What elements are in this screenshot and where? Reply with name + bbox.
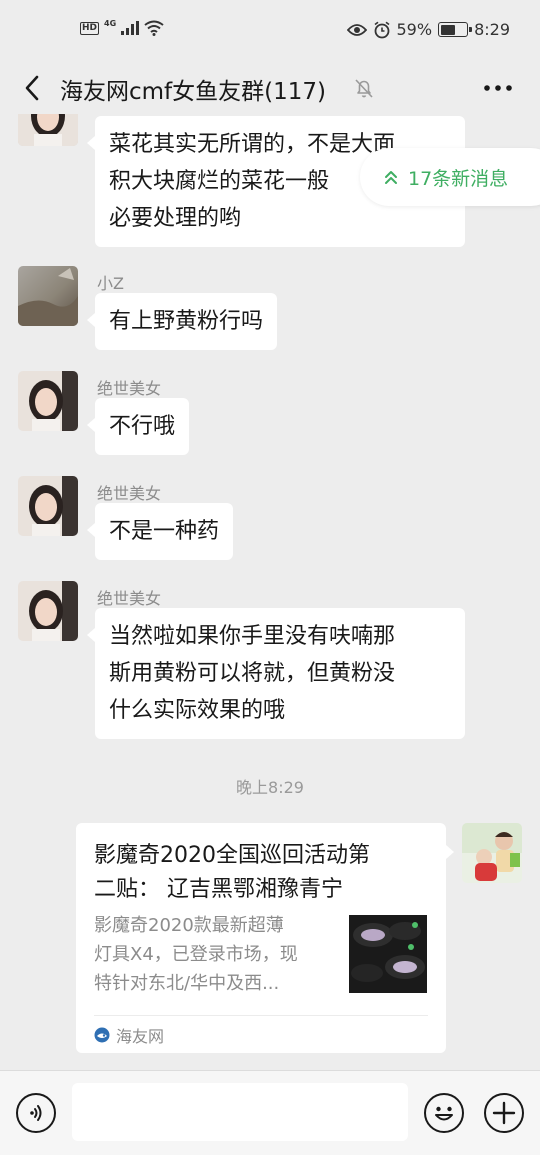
- new-messages-button[interactable]: 17条新消息: [360, 148, 540, 206]
- avatar-girl-image: [18, 581, 78, 641]
- voice-button[interactable]: [16, 1093, 56, 1133]
- message-input[interactable]: [72, 1083, 408, 1141]
- avatar[interactable]: [18, 266, 78, 326]
- status-right: 59% 8:29: [346, 20, 510, 39]
- voice-icon: [30, 1105, 42, 1121]
- avatar-girl-image: [18, 371, 78, 431]
- link-card-thumbnail: [349, 915, 427, 993]
- emoji-button[interactable]: [424, 1093, 464, 1133]
- link-card-description: 影魔奇2020款最新超薄 灯具X4，已登录市场，现 特针对东北/华中及西...: [94, 911, 334, 998]
- source-logo-icon: [94, 1027, 110, 1043]
- message-bubble[interactable]: 当然啦如果你手里没有呋喃那 斯用黄粉可以将就，但黄粉没 什么实际效果的哦: [87, 608, 465, 739]
- eye-icon: [346, 23, 367, 36]
- network-type: 4G: [104, 18, 117, 28]
- message-line: 有上野黄粉行吗: [109, 309, 264, 334]
- card-desc-line: 影魔奇2020款最新超薄: [94, 915, 284, 936]
- alarm-icon: [374, 21, 389, 38]
- back-button[interactable]: [14, 70, 50, 106]
- plus-button[interactable]: [484, 1093, 524, 1133]
- new-messages-label: 17条新消息: [408, 167, 509, 190]
- plus-icon: [492, 1101, 516, 1125]
- battery-icon: [438, 22, 473, 37]
- battery-percent: 59%: [396, 20, 433, 39]
- avatar-child-image: [462, 823, 522, 883]
- hd-badge: HD: [80, 21, 100, 35]
- sender-name: 绝世美女: [97, 379, 162, 398]
- sender-name: 绝世美女: [97, 589, 162, 608]
- message-bubble[interactable]: 不是一种药: [86, 503, 234, 560]
- message-timestamp: 晚上8:29: [236, 778, 304, 797]
- signal-icon: [121, 21, 140, 35]
- avatar[interactable]: [18, 476, 78, 536]
- message-list[interactable]: 菜花其实无所谓的，不是大面 积大块腐烂的菜花一般 必要处理的哟 17条新消息 小…: [0, 114, 540, 1070]
- divider: [94, 1015, 428, 1016]
- wifi-icon: [144, 20, 164, 36]
- message-line: 不行哦: [109, 414, 176, 439]
- title-bar: 海友网cmf女鱼友群(117): [0, 62, 540, 114]
- avatar-girl-image: [18, 476, 78, 536]
- avatar-girl-image: [18, 114, 78, 146]
- message-line: 斯用黄粉可以将就，但黄粉没: [109, 661, 396, 686]
- double-chevron-up-icon: [385, 171, 397, 184]
- clock: 8:29: [474, 20, 510, 39]
- source-name: 海友网: [116, 1027, 165, 1046]
- bell-muted-icon: [355, 79, 373, 98]
- message-line: 当然啦如果你手里没有呋喃那: [109, 624, 396, 649]
- status-left: HD 4G: [80, 18, 164, 36]
- avatar[interactable]: [18, 371, 78, 431]
- chat-screen: HD 4G 59% 8:29 海友网cmf女鱼友群(117) 菜花其实无所谓的，…: [0, 0, 540, 1155]
- avatar[interactable]: [18, 581, 78, 641]
- link-card-source: 海友网: [94, 1023, 164, 1047]
- card-title-line: 二贴： 辽吉黑鄂湘豫青宁: [94, 877, 343, 902]
- card-desc-line: 灯具X4，已登录市场，现: [94, 944, 298, 965]
- more-dots-icon: [484, 85, 512, 91]
- link-card[interactable]: 影魔奇2020全国巡回活动第 二贴： 辽吉黑鄂湘豫青宁 影魔奇2020款最新超薄…: [76, 823, 454, 1053]
- avatar[interactable]: [462, 823, 522, 883]
- card-title-line: 影魔奇2020全国巡回活动第: [94, 843, 370, 868]
- message-line: 什么实际效果的哦: [109, 698, 286, 723]
- status-bar: HD 4G 59% 8:29: [0, 0, 540, 62]
- message-bubble[interactable]: 不行哦: [86, 398, 190, 455]
- card-desc-line: 特针对东北/华中及西...: [94, 973, 280, 994]
- link-card-title: 影魔奇2020全国巡回活动第 二贴： 辽吉黑鄂湘豫青宁: [94, 839, 424, 907]
- message-line: 不是一种药: [109, 519, 220, 544]
- input-bar: [0, 1070, 540, 1155]
- sender-name: 小Z: [97, 274, 124, 293]
- chat-title: 海友网cmf女鱼友群(117): [60, 79, 326, 105]
- sender-name: 绝世美女: [97, 484, 162, 503]
- avatar-landscape-image: [18, 266, 78, 326]
- avatar[interactable]: [18, 114, 78, 146]
- chevron-left-icon: [25, 75, 39, 101]
- message-bubble[interactable]: 有上野黄粉行吗: [86, 293, 278, 350]
- more-button[interactable]: [478, 72, 518, 104]
- battery-fill: [440, 24, 456, 35]
- emoji-icon: [435, 1106, 453, 1121]
